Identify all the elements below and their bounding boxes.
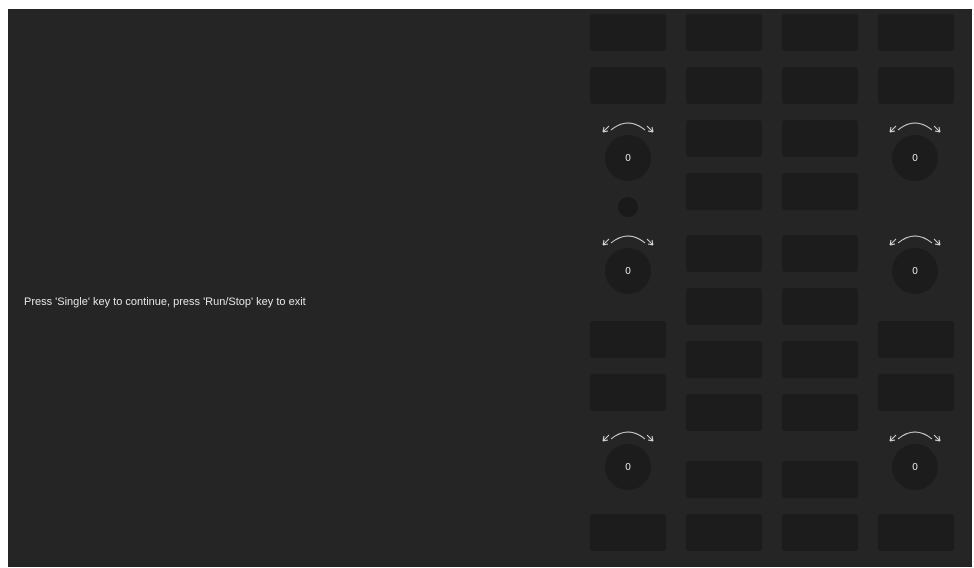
- panel-key[interactable]: [878, 67, 954, 104]
- panel-key[interactable]: [878, 14, 954, 51]
- panel-key[interactable]: [686, 461, 762, 498]
- knob-middle-left[interactable]: 0: [605, 248, 651, 294]
- panel-key[interactable]: [590, 514, 666, 551]
- panel-key[interactable]: [782, 173, 858, 210]
- panel-key[interactable]: [782, 288, 858, 325]
- round-button[interactable]: [618, 197, 638, 217]
- oscilloscope-screen: Press 'Single' key to continue, press 'R…: [8, 9, 972, 567]
- knob-middle-right[interactable]: 0: [892, 248, 938, 294]
- panel-key[interactable]: [782, 120, 858, 157]
- panel-key[interactable]: [878, 374, 954, 411]
- panel-key[interactable]: [686, 288, 762, 325]
- knob-value: 0: [625, 152, 631, 164]
- knob-top-left[interactable]: 0: [605, 135, 651, 181]
- panel-key[interactable]: [782, 14, 858, 51]
- panel-key[interactable]: [782, 67, 858, 104]
- panel-key[interactable]: [782, 461, 858, 498]
- panel-key[interactable]: [686, 235, 762, 272]
- panel-key[interactable]: [686, 341, 762, 378]
- panel-key[interactable]: [878, 321, 954, 358]
- panel-key[interactable]: [782, 235, 858, 272]
- panel-key[interactable]: [782, 394, 858, 431]
- knob-value: 0: [912, 152, 918, 164]
- panel-key[interactable]: [590, 67, 666, 104]
- panel-key[interactable]: [590, 14, 666, 51]
- knob-bottom-right[interactable]: 0: [892, 444, 938, 490]
- panel-key[interactable]: [686, 67, 762, 104]
- knob-top-right[interactable]: 0: [892, 135, 938, 181]
- panel-key[interactable]: [686, 394, 762, 431]
- panel-key[interactable]: [686, 514, 762, 551]
- panel-key[interactable]: [782, 341, 858, 378]
- knob-value: 0: [912, 461, 918, 473]
- knob-value: 0: [625, 265, 631, 277]
- panel-key[interactable]: [590, 321, 666, 358]
- panel-key[interactable]: [878, 514, 954, 551]
- knob-value: 0: [625, 461, 631, 473]
- status-message: Press 'Single' key to continue, press 'R…: [24, 296, 306, 308]
- panel-key[interactable]: [590, 374, 666, 411]
- panel-key[interactable]: [782, 514, 858, 551]
- panel-key[interactable]: [686, 120, 762, 157]
- panel-key[interactable]: [686, 14, 762, 51]
- knob-value: 0: [912, 265, 918, 277]
- knob-bottom-left[interactable]: 0: [605, 444, 651, 490]
- panel-key[interactable]: [686, 173, 762, 210]
